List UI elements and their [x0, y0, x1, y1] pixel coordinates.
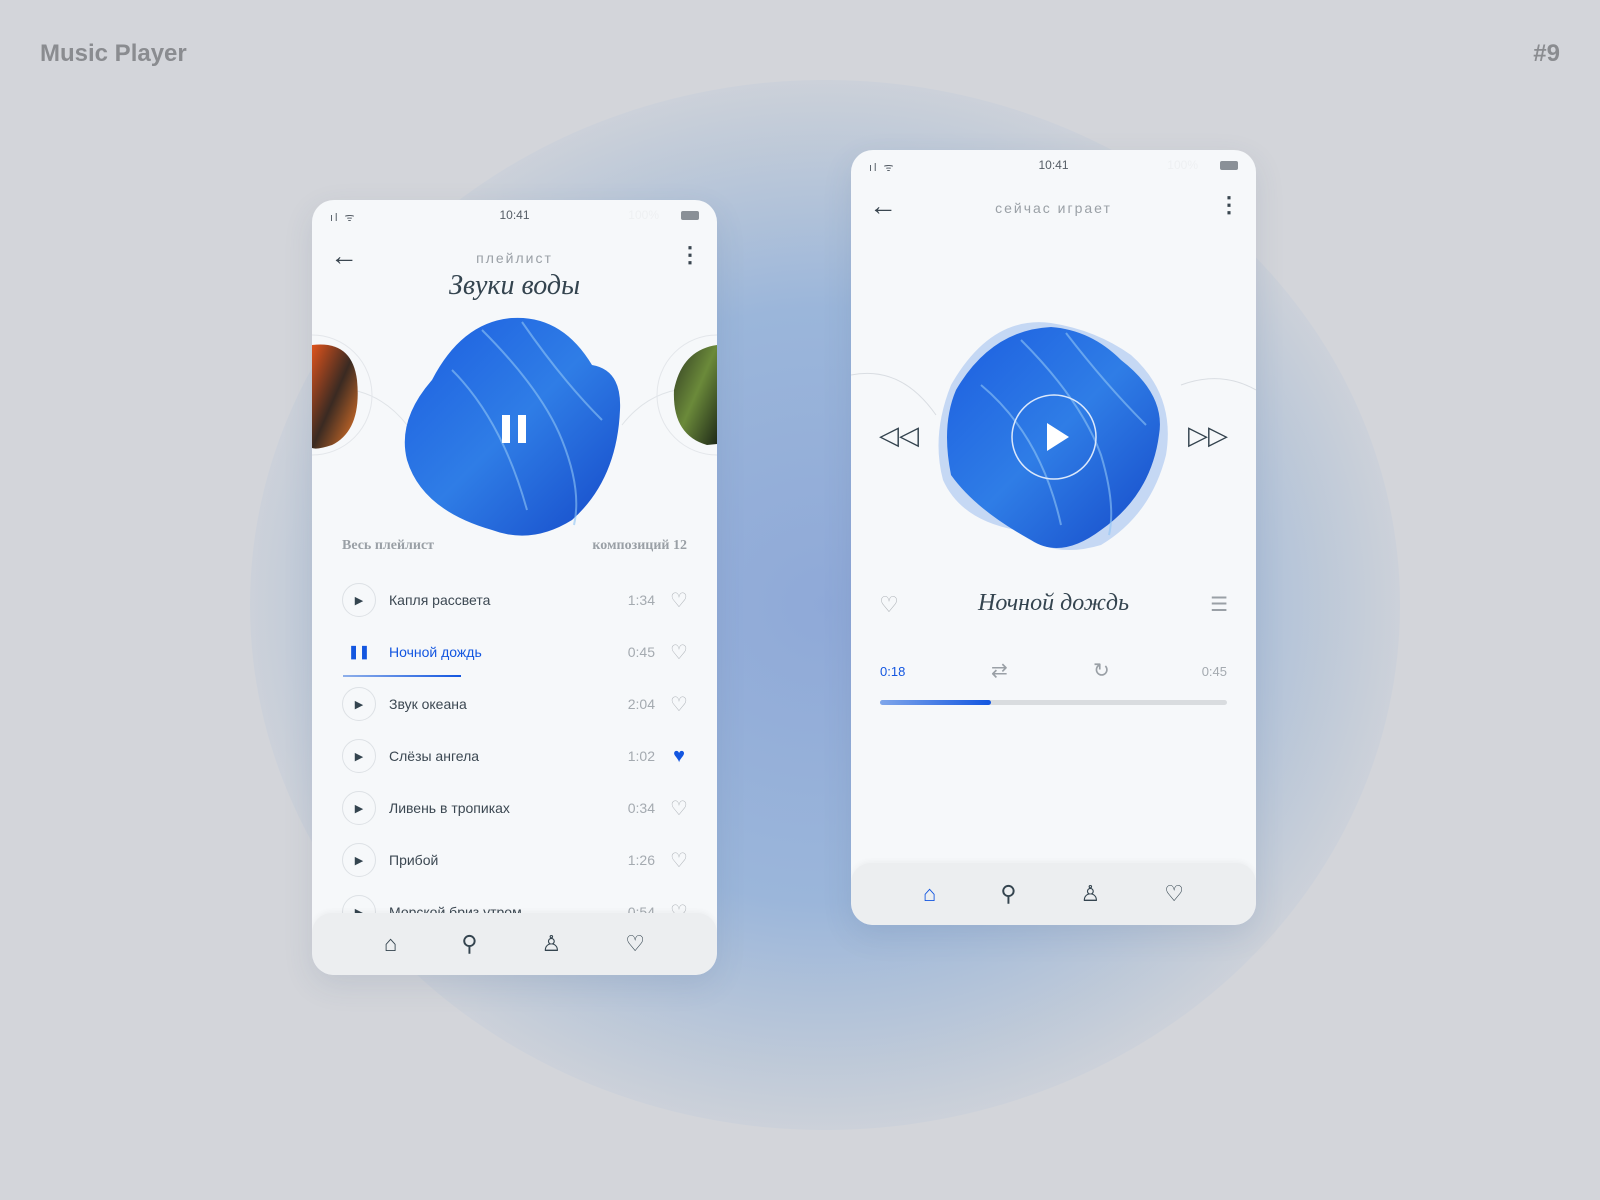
- track-name: Прибой: [389, 852, 439, 868]
- track-name: Капля рассвета: [389, 592, 491, 608]
- player-screen: ıl ᯤ 10:41 100% ← ⋮ сейчас играет ◁◁ ▷▷ …: [851, 150, 1256, 925]
- play-icon[interactable]: ▶: [342, 791, 376, 825]
- heart-icon[interactable]: ♡: [669, 848, 689, 873]
- search-icon[interactable]: ⚲: [1000, 881, 1016, 907]
- battery-percent: 100%: [1167, 158, 1198, 172]
- search-icon[interactable]: ⚲: [461, 931, 477, 957]
- profile-icon[interactable]: ♙: [541, 931, 561, 957]
- play-icon[interactable]: ▶: [342, 843, 376, 877]
- duration-time: 0:45: [1201, 664, 1227, 679]
- shot-number: #9: [1533, 40, 1560, 67]
- track-title: Ночной дождь: [978, 590, 1129, 616]
- heart-icon[interactable]: ♡: [669, 796, 689, 821]
- play-icon[interactable]: ▶: [342, 583, 376, 617]
- track-time: 1:02: [627, 748, 655, 764]
- playlist-icon[interactable]: ☰: [1210, 592, 1228, 617]
- screen-subtitle: сейчас играет: [995, 200, 1112, 216]
- pause-icon[interactable]: [502, 415, 510, 443]
- track-row[interactable]: ▶ Капля рассвета 1:34 ♡: [342, 580, 689, 620]
- track-count: композиций 12: [592, 538, 687, 553]
- prev-album-art[interactable]: [312, 344, 358, 449]
- rewind-icon[interactable]: ◁◁: [879, 420, 919, 451]
- heart-icon[interactable]: ♡: [669, 588, 689, 613]
- track-row[interactable]: ▶ Звук океана 2:04 ♡: [342, 684, 689, 724]
- screen-subtitle: плейлист: [476, 250, 553, 266]
- repeat-icon[interactable]: ⇄: [991, 658, 1008, 683]
- playlist-title: Звуки воды: [448, 270, 581, 301]
- battery-icon: [681, 211, 699, 220]
- track-time: 1:26: [627, 852, 655, 868]
- track-row[interactable]: ❚❚ Ночной дождь 0:45 ♡: [342, 632, 689, 672]
- track-time: 0:45: [627, 644, 655, 660]
- replay-icon[interactable]: ↻: [1093, 658, 1110, 683]
- track-row[interactable]: ▶ Слёзы ангела 1:02 ♥: [342, 736, 689, 776]
- battery-percent: 100%: [628, 208, 659, 222]
- track-name: Слёзы ангела: [389, 748, 480, 764]
- track-name: Ливень в тропиках: [389, 800, 510, 816]
- all-playlist-label[interactable]: Весь плейлист: [342, 538, 434, 554]
- playing-underline: [343, 675, 461, 677]
- album-carousel[interactable]: [312, 310, 717, 540]
- track-time: 1:34: [627, 592, 655, 608]
- home-icon[interactable]: ⌂: [384, 931, 397, 957]
- status-bar: ıl ᯤ 10:41 100%: [330, 208, 699, 224]
- progress-fill: [880, 700, 992, 705]
- heart-icon[interactable]: ♥: [669, 745, 689, 768]
- pause-icon[interactable]: ❚❚: [342, 635, 376, 669]
- bottom-nav: ⌂ ⚲ ♙ ♡: [312, 913, 717, 975]
- play-icon[interactable]: ▶: [342, 687, 376, 721]
- home-icon[interactable]: ⌂: [923, 881, 936, 907]
- status-bar: ıl ᯤ 10:41 100%: [869, 158, 1238, 174]
- track-name: Ночной дождь: [389, 644, 482, 660]
- heart-icon[interactable]: ♡: [669, 640, 689, 665]
- track-name: Звук океана: [389, 696, 467, 712]
- playlist-screen: ıl ᯤ 10:41 100% ← ⋮ плейлист Звуки воды …: [312, 200, 717, 975]
- elapsed-time: 0:18: [880, 664, 906, 679]
- profile-icon[interactable]: ♙: [1080, 881, 1100, 907]
- track-row[interactable]: ▶ Прибой 1:26 ♡: [342, 840, 689, 880]
- shot-title: Music Player: [40, 40, 187, 67]
- bottom-nav: ⌂ ⚲ ♙ ♡: [851, 863, 1256, 925]
- play-icon[interactable]: ▶: [342, 739, 376, 773]
- track-time: 0:34: [627, 800, 655, 816]
- track-row[interactable]: ▶ Ливень в тропиках 0:34 ♡: [342, 788, 689, 828]
- heart-icon[interactable]: ♡: [669, 692, 689, 717]
- battery-icon: [1220, 161, 1238, 170]
- next-album-art[interactable]: [673, 345, 717, 445]
- album-art[interactable]: [404, 317, 621, 536]
- fast-forward-icon[interactable]: ▷▷: [1188, 420, 1228, 451]
- heart-icon[interactable]: ♡: [1164, 881, 1184, 907]
- heart-icon[interactable]: ♡: [625, 931, 645, 957]
- track-time: 2:04: [627, 696, 655, 712]
- progress-bar[interactable]: [880, 700, 1227, 705]
